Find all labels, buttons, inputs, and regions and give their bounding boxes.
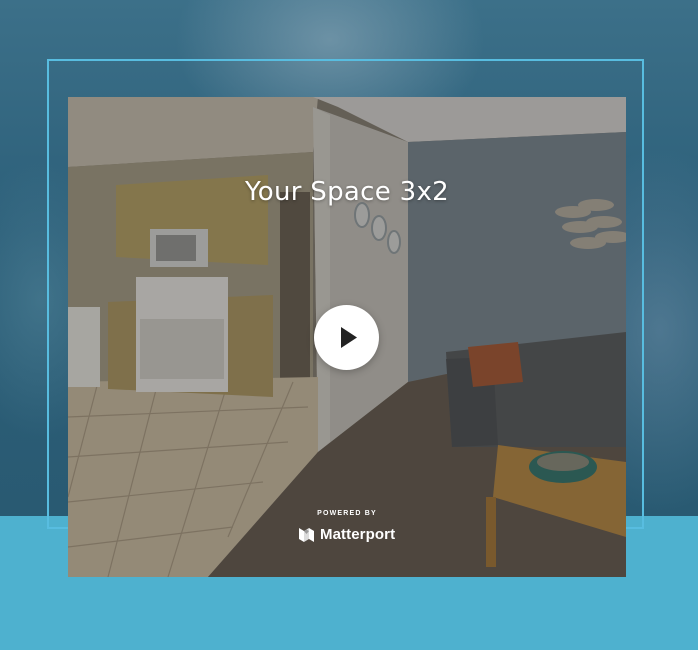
matterport-brand-link[interactable]: Matterport — [298, 524, 395, 544]
matterport-brand-name: Matterport — [320, 525, 396, 543]
matterport-logo-icon — [299, 527, 314, 542]
matterport-tour-viewer[interactable]: Your Space 3x2 POWERED BY Matterport — [68, 97, 626, 577]
play-icon — [341, 327, 357, 348]
powered-by-label: POWERED BY — [317, 510, 377, 517]
play-button[interactable] — [314, 305, 379, 370]
tour-title: Your Space 3x2 — [245, 177, 449, 207]
